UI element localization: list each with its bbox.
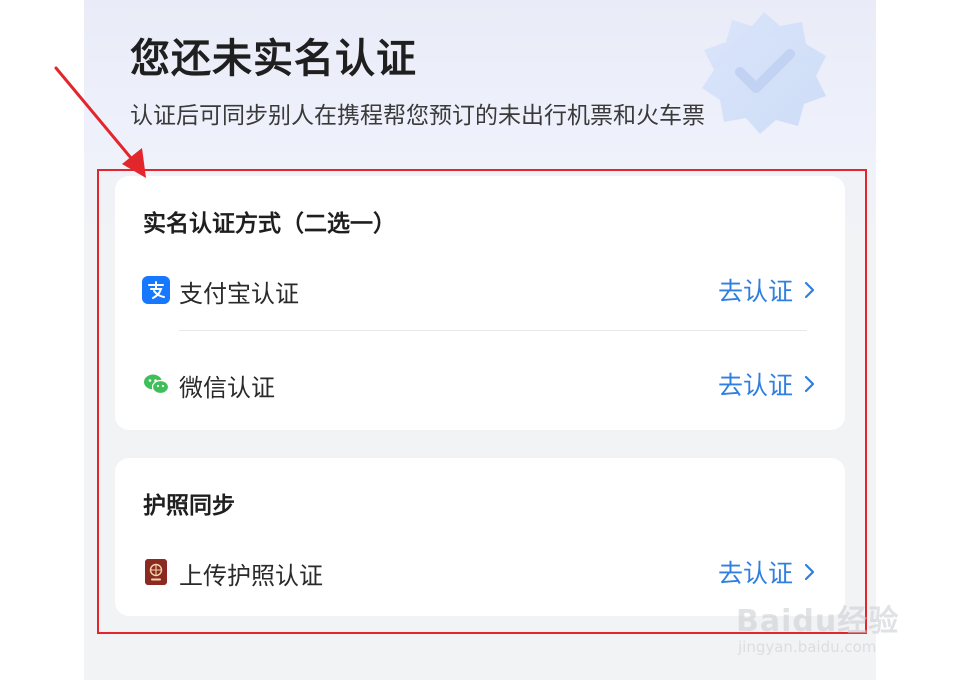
chevron-right-icon xyxy=(804,375,815,393)
chevron-right-icon xyxy=(804,563,815,581)
passport-sync-card: 护照同步 上传护照认证 去认证 xyxy=(115,458,845,616)
wechat-verify-row[interactable]: 微信认证 去认证 xyxy=(115,354,845,414)
app-screen: 您还未实名认证 认证后可同步别人在携程帮您预订的未出行机票和火车票 实名认证方式… xyxy=(84,0,876,680)
verified-badge-icon xyxy=(702,12,826,134)
passport-verify-button[interactable]: 去认证 xyxy=(718,554,817,590)
page-subtitle: 认证后可同步别人在携程帮您预订的未出行机票和火车票 xyxy=(130,103,705,129)
alipay-verify-action-label: 去认证 xyxy=(717,277,793,306)
passport-icon xyxy=(145,559,167,585)
passport-card-title: 护照同步 xyxy=(143,493,235,519)
realname-methods-card: 实名认证方式（二选一） 支付宝认证 去认证 微信认证 去认证 xyxy=(115,176,845,430)
passport-verify-action-label: 去认证 xyxy=(717,559,793,588)
wechat-icon xyxy=(144,374,170,395)
alipay-verify-label: 支付宝认证 xyxy=(179,280,299,308)
alipay-icon xyxy=(142,276,170,304)
realname-card-title: 实名认证方式（二选一） xyxy=(143,211,396,237)
page-title: 您还未实名认证 xyxy=(130,36,417,82)
wechat-verify-button[interactable]: 去认证 xyxy=(718,366,817,402)
wechat-verify-label: 微信认证 xyxy=(179,374,275,402)
alipay-verify-button[interactable]: 去认证 xyxy=(718,272,817,308)
chevron-right-icon xyxy=(804,281,815,299)
alipay-verify-row[interactable]: 支付宝认证 去认证 xyxy=(115,260,845,320)
row-divider xyxy=(179,330,807,331)
passport-verify-row[interactable]: 上传护照认证 去认证 xyxy=(115,542,845,602)
passport-verify-label: 上传护照认证 xyxy=(179,562,323,590)
wechat-verify-action-label: 去认证 xyxy=(717,371,793,400)
